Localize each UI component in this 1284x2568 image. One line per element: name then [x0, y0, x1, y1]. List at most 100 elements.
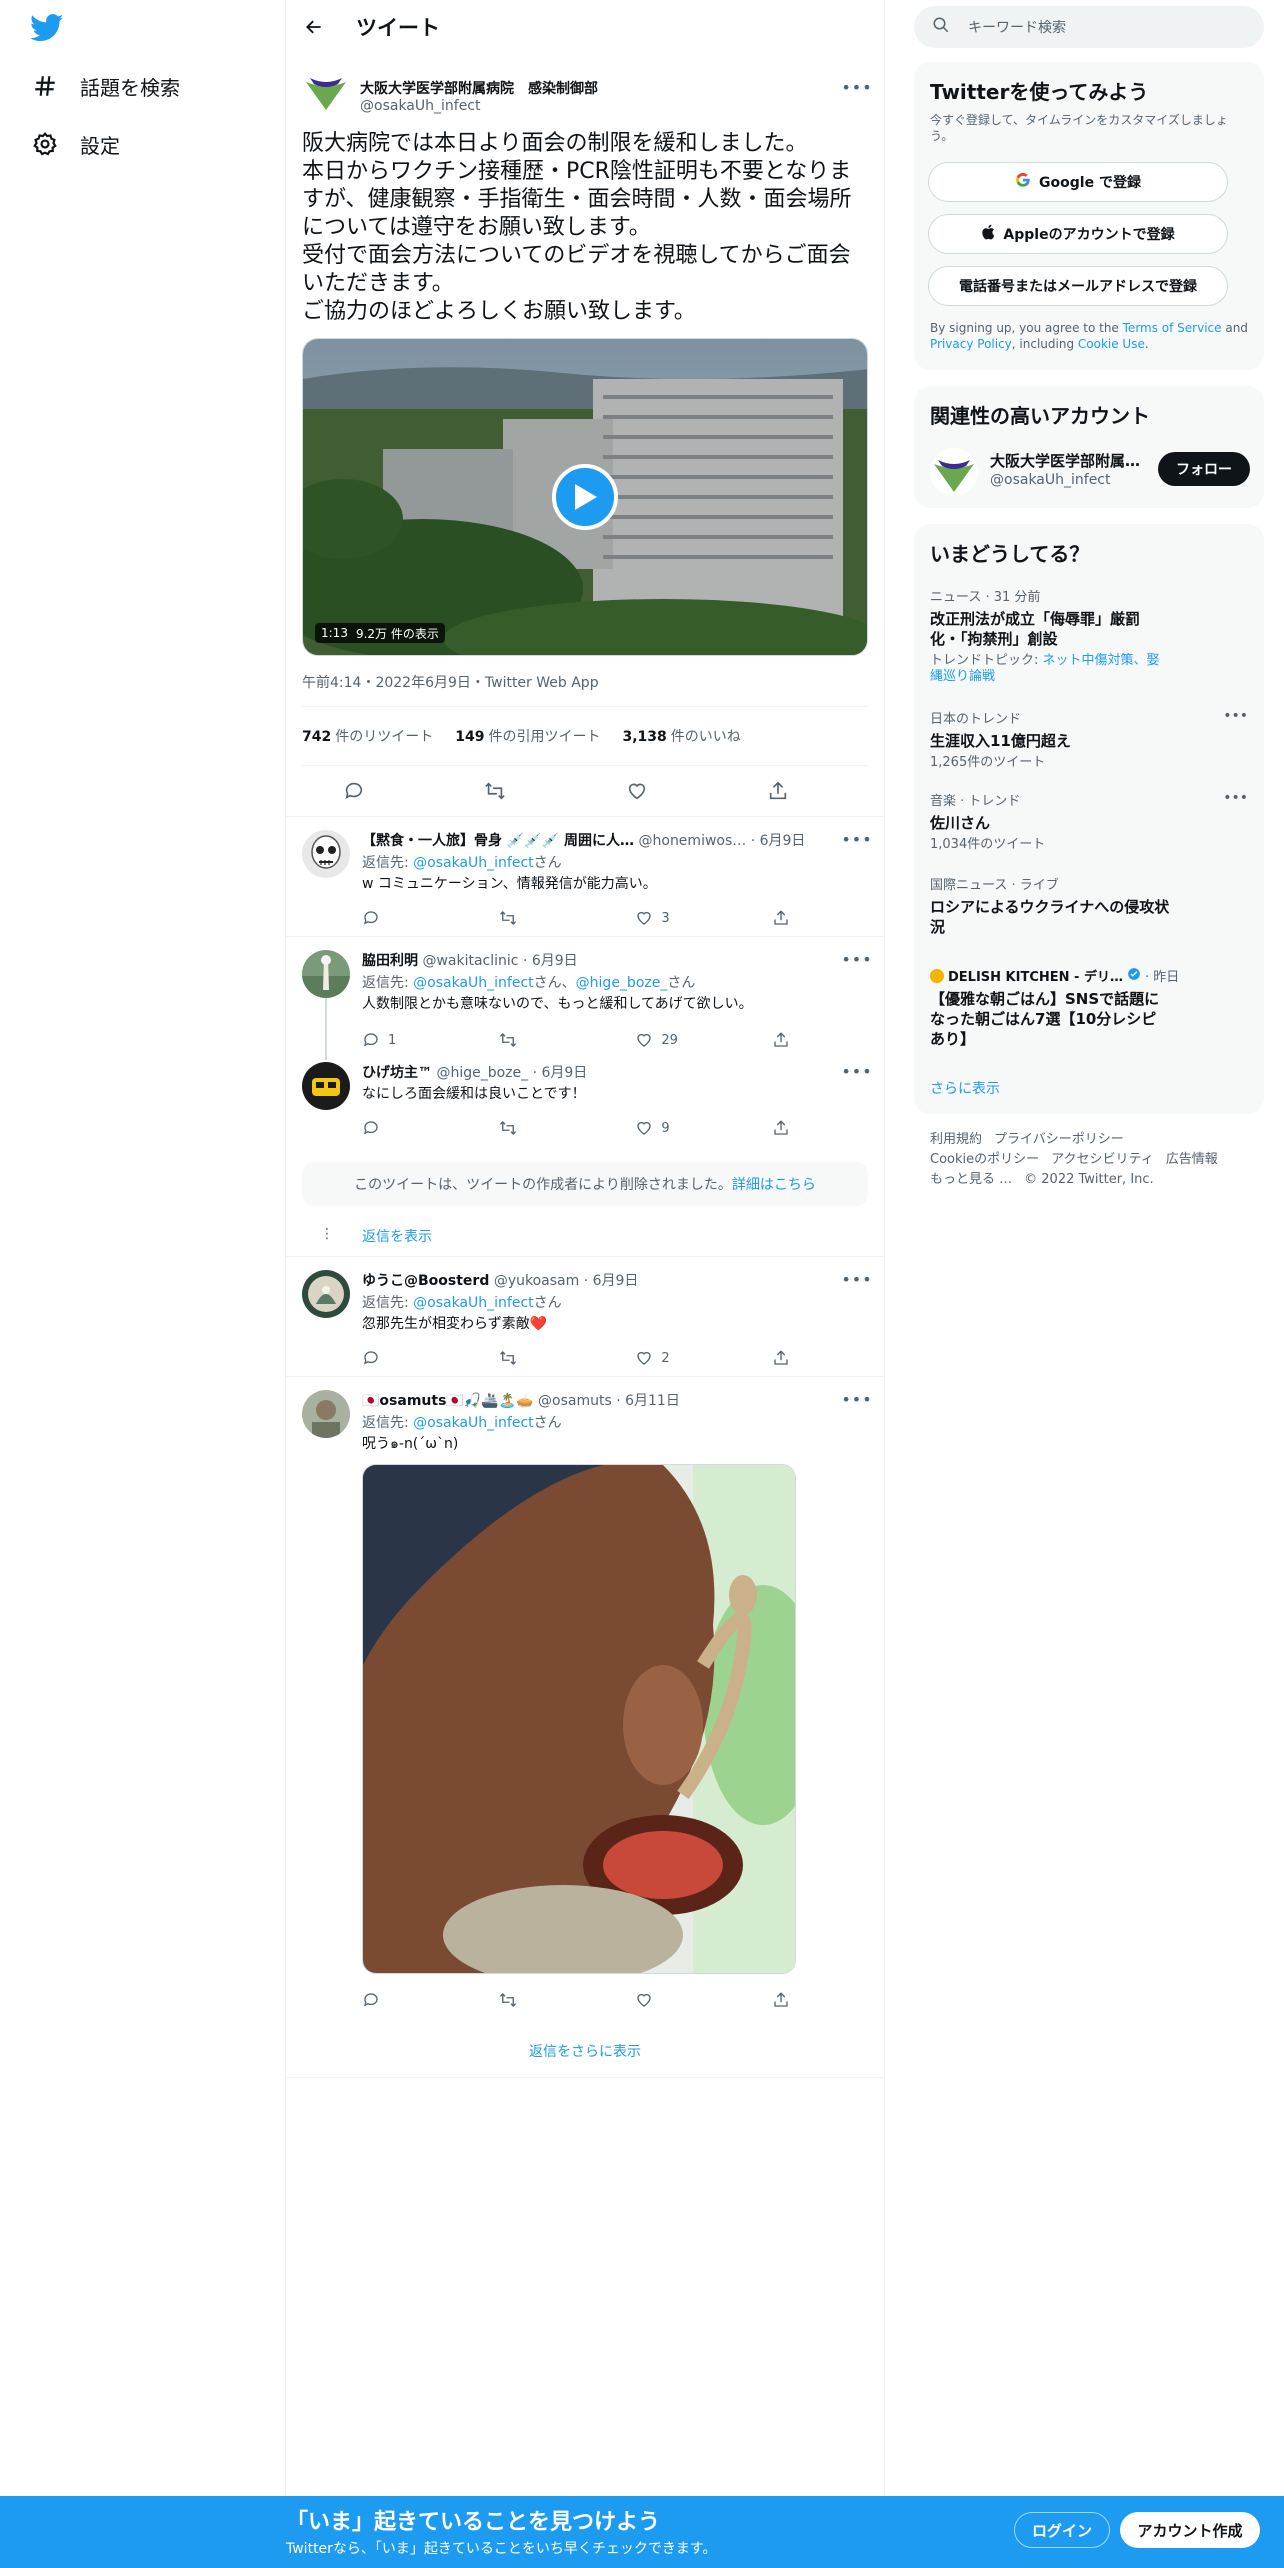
reply-author-handle[interactable]: @honemiwos… — [639, 833, 747, 849]
reply-icon[interactable] — [362, 1118, 422, 1138]
share-icon[interactable] — [772, 1118, 792, 1138]
reply-author-name[interactable]: 【黙食・一人旅】骨身 💉💉💉 周囲に人… — [362, 833, 634, 849]
show-more-replies-button[interactable]: 返信をさらに表示 — [286, 2024, 884, 2078]
reply-to-link[interactable]: @osakaUh_infect — [413, 1415, 534, 1431]
terms-link[interactable]: Terms of Service — [1123, 321, 1222, 335]
show-replies-link[interactable]: 返信を表示 — [362, 1226, 432, 1246]
trend-item[interactable]: 音楽 · トレンド 佐川さん 1,034件のツイート ••• — [930, 790, 1248, 853]
reply-date[interactable]: · 6月9日 — [523, 953, 578, 969]
share-icon[interactable] — [772, 1348, 792, 1368]
share-icon[interactable] — [772, 1030, 792, 1050]
reply-date[interactable]: · 6月9日 — [584, 1273, 639, 1289]
retweet-icon[interactable] — [499, 1348, 559, 1368]
retweets-stat[interactable]: 742 件のリツイート — [302, 726, 433, 746]
deleted-details-link[interactable]: 詳細はこちら — [732, 1174, 816, 1194]
reply-to-link[interactable]: @osakaUh_infect — [413, 855, 534, 871]
reply-author-name[interactable]: 🇯🇵osamuts🇯🇵🎣🚢🏝️🥧 — [362, 1393, 534, 1409]
back-arrow-icon[interactable] — [296, 9, 332, 45]
reply-icon[interactable] — [362, 908, 422, 928]
reply-icon[interactable] — [362, 1348, 422, 1368]
nav-explore[interactable]: 話題を検索 — [30, 64, 180, 108]
more-options-icon[interactable]: ••• — [1223, 790, 1248, 806]
search-input[interactable]: キーワード検索 — [968, 17, 1066, 37]
phone-email-signup-button[interactable]: 電話番号またはメールアドレスで登録 — [928, 266, 1228, 306]
related-account-name[interactable]: 大阪大学医学部附属… — [990, 450, 1140, 471]
related-account-handle[interactable]: @osakaUh_infect — [990, 472, 1111, 488]
tweet-video[interactable]: 1:13 9.2万 件の表示 — [302, 338, 868, 656]
reply-tweet[interactable]: ひげ坊主™ @hige_boze_ · 6月9日 ••• なにしろ面会緩和は良い… — [286, 1048, 884, 1148]
reply-icon[interactable] — [343, 780, 403, 802]
like-button[interactable]: 3 — [635, 908, 695, 928]
reply-attached-image[interactable] — [362, 1464, 796, 1974]
share-icon[interactable] — [772, 1990, 792, 2010]
avatar[interactable] — [302, 1390, 350, 1438]
show-more-trends-link[interactable]: さらに表示 — [930, 1078, 1000, 1098]
play-button[interactable] — [552, 464, 618, 530]
reply-to-link-2[interactable]: @hige_boze_ — [576, 975, 668, 991]
retweet-icon[interactable] — [499, 1030, 559, 1050]
reply-date[interactable]: · 6月9日 — [751, 833, 806, 849]
like-icon[interactable] — [635, 1990, 695, 2010]
reply-to-link[interactable]: @osakaUh_infect — [413, 975, 534, 991]
likes-stat[interactable]: 3,138 件のいいね — [622, 726, 740, 746]
quotes-stat[interactable]: 149 件の引用ツイート — [455, 726, 600, 746]
create-account-button[interactable]: アカウント作成 — [1120, 2512, 1260, 2548]
reply-to-link[interactable]: @osakaUh_infect — [413, 1295, 534, 1311]
privacy-link[interactable]: Privacy Policy — [930, 337, 1012, 351]
footer-link[interactable]: もっと見る … — [930, 1172, 1012, 1187]
tweet-timestamp[interactable]: 午前4:14・2022年6月9日・Twitter Web App — [302, 672, 599, 692]
retweet-icon[interactable] — [484, 780, 544, 802]
search-box[interactable]: キーワード検索 — [914, 6, 1264, 48]
like-button[interactable]: 9 — [635, 1118, 695, 1138]
google-signup-button[interactable]: Google で登録 — [928, 162, 1228, 202]
avatar[interactable] — [302, 66, 350, 114]
more-options-icon[interactable]: ••• — [841, 948, 871, 970]
follow-button[interactable]: フォロー — [1158, 452, 1250, 486]
trend-item[interactable]: DELISH KITCHEN - デリ… · 昨日 【優雅な朝ごはん】SNSで話… — [930, 966, 1248, 1049]
share-icon[interactable] — [767, 780, 827, 802]
footer-link[interactable]: プライバシーポリシー — [994, 1132, 1124, 1147]
share-icon[interactable] — [772, 908, 792, 928]
reply-tweet[interactable]: 【黙食・一人旅】骨身 💉💉💉 周囲に人… @honemiwos… · 6月9日 … — [286, 816, 884, 936]
like-button[interactable]: 2 — [635, 1348, 695, 1368]
reply-author-name[interactable]: 脇田利明 — [362, 953, 418, 969]
footer-link[interactable]: 広告情報 — [1166, 1152, 1218, 1167]
retweet-icon[interactable] — [499, 1118, 559, 1138]
avatar[interactable] — [302, 1270, 350, 1318]
more-options-icon[interactable]: ••• — [841, 1060, 871, 1082]
footer-link[interactable]: アクセシビリティ — [1051, 1152, 1154, 1167]
more-options-icon[interactable]: ••• — [1223, 708, 1248, 724]
avatar[interactable] — [930, 448, 978, 496]
reply-author-name[interactable]: ひげ坊主™ — [362, 1065, 432, 1081]
trend-item[interactable]: 国際ニュース · ライブ ロシアによるウクライナへの侵攻状況 — [930, 874, 1248, 937]
retweet-icon[interactable] — [499, 1990, 559, 2010]
like-icon[interactable] — [626, 780, 686, 802]
trend-item[interactable]: ニュース · 31 分前 改正刑法が成立「侮辱罪」厳罰化・「拘禁刑」創設 トレン… — [930, 586, 1248, 685]
login-button[interactable]: ログイン — [1014, 2512, 1110, 2548]
apple-signup-button[interactable]: Appleのアカウントで登録 — [928, 214, 1228, 254]
reply-tweet[interactable]: 脇田利明 @wakitaclinic · 6月9日 ••• 返信先: @osak… — [286, 936, 884, 1058]
reply-tweet[interactable]: ゆうこ@Boosterd @yukoasam · 6月9日 ••• 返信先: @… — [286, 1256, 884, 1376]
retweet-icon[interactable] — [499, 908, 559, 928]
trend-item[interactable]: 日本のトレンド 生涯収入11億円超え 1,265件のツイート ••• — [930, 708, 1248, 771]
reply-author-handle[interactable]: @hige_boze_ — [436, 1065, 528, 1081]
cookie-link[interactable]: Cookie Use — [1078, 337, 1145, 351]
avatar[interactable] — [302, 1062, 350, 1110]
more-options-icon[interactable]: ••• — [841, 1388, 871, 1410]
reply-author-name[interactable]: ゆうこ@Boosterd — [362, 1273, 489, 1289]
twitter-logo-icon[interactable] — [29, 14, 66, 46]
author-handle[interactable]: @osakaUh_infect — [360, 98, 481, 114]
footer-link[interactable]: Cookieのポリシー — [930, 1152, 1039, 1167]
more-options-icon[interactable]: ••• — [841, 1268, 871, 1290]
reply-date[interactable]: · 6月9日 — [533, 1065, 588, 1081]
avatar[interactable] — [302, 830, 350, 878]
reply-icon[interactable] — [362, 1990, 422, 2010]
reply-date[interactable]: · 6月11日 — [616, 1393, 680, 1409]
more-options-icon[interactable]: ••• — [841, 828, 871, 850]
nav-settings[interactable]: 設定 — [30, 122, 120, 166]
reply-author-handle[interactable]: @wakitaclinic — [422, 953, 518, 969]
like-button[interactable]: 29 — [635, 1030, 695, 1050]
reply-author-handle[interactable]: @osamuts — [538, 1393, 612, 1409]
more-options-icon[interactable]: ••• — [841, 76, 871, 98]
footer-link[interactable]: 利用規約 — [930, 1132, 982, 1147]
